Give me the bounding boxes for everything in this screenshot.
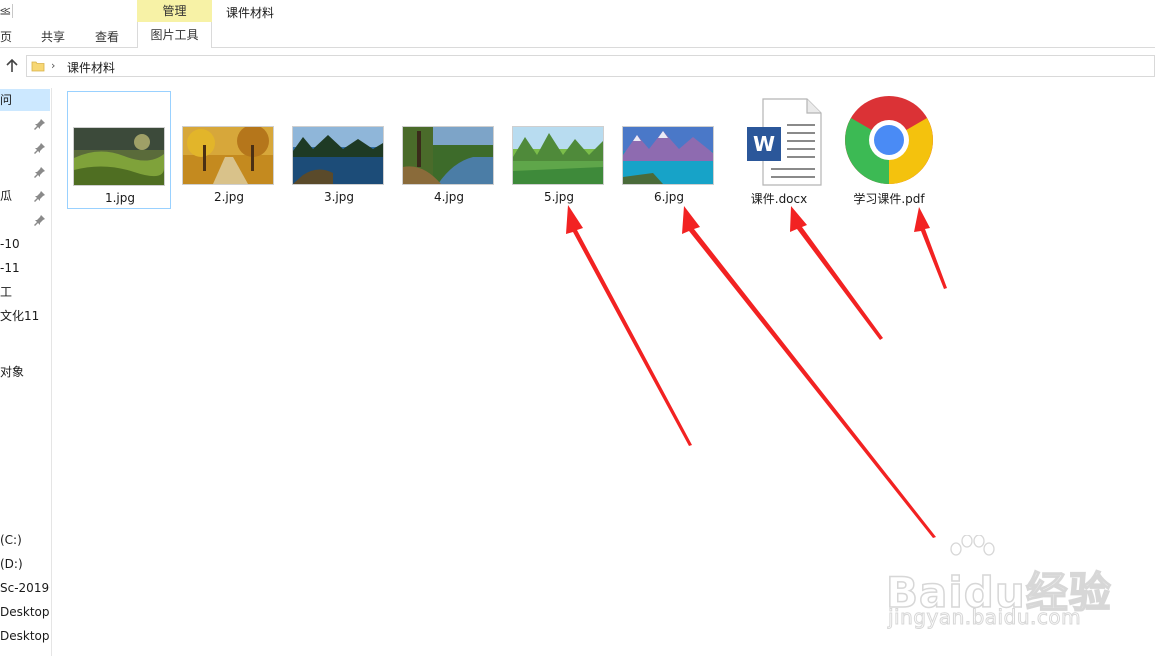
- nav-item[interactable]: Sc-20190: [0, 577, 50, 599]
- nav-item[interactable]: 对象: [0, 361, 50, 383]
- file-name: 4.jpg: [433, 190, 465, 204]
- nav-item-label: Desktop-: [0, 629, 50, 643]
- file-item[interactable]: W 课件.docx: [727, 91, 831, 209]
- file-name: 5.jpg: [543, 190, 575, 204]
- baidu-watermark: Baidu经验 jingyan.baidu.com: [885, 535, 1146, 635]
- nav-item-label: (C:): [0, 533, 22, 547]
- tab-home[interactable]: 页: [0, 28, 12, 45]
- nav-item[interactable]: Desktop-: [0, 625, 50, 647]
- nav-item-label: Desktop-: [0, 605, 50, 619]
- file-name: 3.jpg: [323, 190, 355, 204]
- nav-item-label: Sc-20190: [0, 581, 50, 595]
- ribbon-tabs: 页 共享 查看 图片工具: [0, 22, 1155, 48]
- up-arrow-icon[interactable]: [4, 58, 20, 74]
- tab-share[interactable]: 共享: [41, 28, 65, 45]
- window-title: 课件材料: [226, 6, 275, 20]
- file-name: 1.jpg: [104, 191, 136, 205]
- navigation-pane: 问瓜 -10 -11 工文化11 对象 (C:) (D:) Sc-20190 Desktop- D…: [0, 88, 52, 656]
- image-thumbnail: [403, 127, 493, 184]
- nav-item-label: 瓜: [0, 189, 13, 203]
- image-thumbnail: [293, 127, 383, 184]
- file-name: 学习课件.pdf: [853, 192, 925, 206]
- file-item[interactable]: 4.jpg: [397, 91, 501, 209]
- chrome-pdf-icon: [844, 95, 934, 185]
- nav-item[interactable]: 工: [0, 281, 50, 303]
- nav-item[interactable]: (C:): [0, 529, 50, 551]
- file-item[interactable]: 3.jpg: [287, 91, 391, 209]
- nav-item[interactable]: (D:): [0, 553, 50, 575]
- nav-item[interactable]: 问: [0, 89, 50, 111]
- pin-icon[interactable]: [34, 118, 46, 130]
- nav-item[interactable]: Desktop-: [0, 601, 50, 623]
- image-thumbnail: [74, 128, 164, 185]
- tab-view[interactable]: 查看: [95, 28, 119, 45]
- nav-item-label: -11: [0, 261, 20, 275]
- nav-item[interactable]: 瓜: [0, 185, 50, 207]
- folder-icon: [31, 61, 45, 72]
- file-name: 2.jpg: [213, 190, 245, 204]
- chevron-right-icon[interactable]: ›: [51, 59, 55, 72]
- file-item[interactable]: 5.jpg: [507, 91, 611, 209]
- title-bar: ⪣ 管理 课件材料: [0, 0, 1155, 22]
- address-bar[interactable]: › 课件材料: [26, 55, 1155, 77]
- nav-item[interactable]: [0, 137, 50, 159]
- tab-manage[interactable]: 管理: [137, 0, 212, 22]
- toolbar-separator: [12, 4, 13, 18]
- nav-item[interactable]: -10: [0, 233, 50, 255]
- image-thumbnail: [623, 127, 713, 184]
- watermark-site: jingyan.baidu.com: [887, 605, 1082, 630]
- pin-icon[interactable]: [34, 214, 46, 226]
- nav-item[interactable]: [0, 161, 50, 183]
- pin-icon[interactable]: [34, 190, 46, 202]
- nav-item[interactable]: -11: [0, 257, 50, 279]
- file-name: 课件.docx: [750, 192, 808, 206]
- image-thumbnail: [513, 127, 603, 184]
- nav-item[interactable]: [0, 113, 50, 135]
- nav-item-label: (D:): [0, 557, 23, 571]
- breadcrumb-current[interactable]: 课件材料: [67, 59, 115, 76]
- word-document-icon: W: [747, 97, 827, 187]
- file-explorer-window: ⪣ 管理 课件材料 页 共享 查看 图片工具 › 课件材料 问瓜 -10 -11 工文…: [0, 0, 1155, 656]
- nav-item-label: -10: [0, 237, 20, 251]
- tab-picture-tools[interactable]: 图片工具: [137, 22, 212, 48]
- nav-item-label: 对象: [0, 365, 25, 379]
- pin-icon[interactable]: [34, 166, 46, 178]
- nav-item-label: 问: [0, 93, 13, 107]
- svg-text:W: W: [753, 132, 775, 156]
- nav-item-label: 工: [0, 285, 13, 299]
- file-name: 6.jpg: [653, 190, 685, 204]
- nav-item[interactable]: 文化11: [0, 305, 50, 327]
- pin-icon[interactable]: [34, 142, 46, 154]
- file-item[interactable]: 1.jpg: [67, 91, 171, 209]
- nav-item-label: 文化11: [0, 309, 40, 323]
- image-thumbnail: [183, 127, 273, 184]
- file-item[interactable]: 学习课件.pdf: [837, 91, 941, 209]
- file-item[interactable]: 2.jpg: [177, 91, 281, 209]
- address-row: › 课件材料: [0, 52, 1155, 80]
- file-item[interactable]: 6.jpg: [617, 91, 721, 209]
- nav-item[interactable]: [0, 209, 50, 231]
- quick-access-toolbar-icon[interactable]: ⪣: [0, 4, 11, 18]
